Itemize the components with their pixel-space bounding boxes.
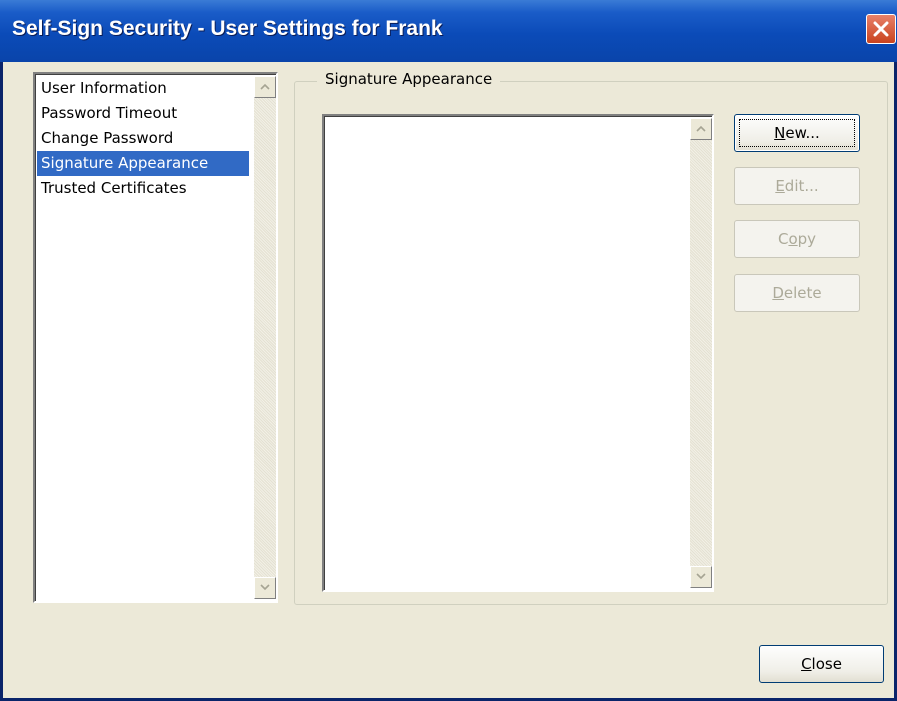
category-item-signature-appearance[interactable]: Signature Appearance: [37, 151, 249, 176]
category-item-trusted-certificates[interactable]: Trusted Certificates: [37, 176, 249, 201]
copy-button-label: Copy: [777, 230, 817, 248]
window-title: Self-Sign Security - User Settings for F…: [12, 17, 443, 40]
arrow-down-icon: [260, 584, 270, 591]
close-button-label: Close: [801, 655, 842, 673]
arrow-up-icon: [696, 125, 706, 132]
new-button-label: New...: [774, 124, 820, 142]
signature-list-scrollbar[interactable]: [690, 118, 712, 588]
category-item-change-password[interactable]: Change Password: [37, 126, 249, 151]
close-icon: [873, 21, 889, 37]
category-item-user-information[interactable]: User Information: [37, 76, 249, 101]
edit-button-label: Edit...: [775, 177, 819, 195]
arrow-down-icon: [696, 573, 706, 580]
delete-button[interactable]: Delete: [734, 274, 860, 312]
category-item-password-timeout[interactable]: Password Timeout: [37, 101, 249, 126]
category-list[interactable]: User Information Password Timeout Change…: [33, 72, 278, 603]
copy-button[interactable]: Copy: [734, 220, 860, 258]
arrow-up-icon: [260, 83, 270, 90]
title-bar[interactable]: Self-Sign Security - User Settings for F…: [0, 0, 897, 62]
new-button[interactable]: New...: [734, 114, 860, 152]
group-title: Signature Appearance: [317, 70, 501, 88]
scroll-up-button[interactable]: [690, 118, 712, 140]
delete-button-label: Delete: [772, 284, 822, 302]
signature-appearance-list[interactable]: [322, 114, 714, 592]
category-items: User Information Password Timeout Change…: [37, 76, 249, 201]
category-list-scrollbar[interactable]: [254, 76, 276, 599]
close-button[interactable]: Close: [759, 645, 884, 683]
title-close-button[interactable]: [866, 14, 896, 44]
scroll-down-button[interactable]: [254, 577, 276, 599]
scroll-down-button[interactable]: [690, 566, 712, 588]
scroll-up-button[interactable]: [254, 76, 276, 98]
edit-button[interactable]: Edit...: [734, 167, 860, 205]
